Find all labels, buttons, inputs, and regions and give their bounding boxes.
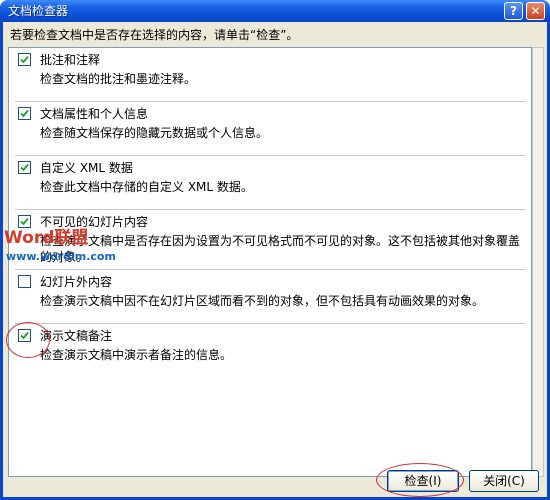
option-off-slide-content: 幻灯片外内容 检查演示文稿中因不在幻灯片区域而看不到的对象，但不包括具有动画效果… xyxy=(9,270,531,324)
watermark-url: www.wordlm.com xyxy=(6,250,116,263)
checkbox-document-properties[interactable] xyxy=(18,107,31,120)
option-title: 文档属性和个人信息 xyxy=(40,107,149,121)
option-title: 不可见的幻灯片内容 xyxy=(40,215,149,229)
checkbox-comments[interactable] xyxy=(18,53,31,66)
close-window-button[interactable]: ✕ xyxy=(526,2,545,20)
watermark: Word联盟 www.wordlm.com xyxy=(4,228,124,268)
option-comments: 批注和注释 检查文档的批注和墨迹注释。 xyxy=(9,48,531,102)
close-button[interactable]: 关闭(C) xyxy=(469,470,539,492)
checkbox-off-slide-content[interactable] xyxy=(18,275,31,288)
option-presentation-notes: 演示文稿备注 检查演示文稿中演示者备注的信息。 xyxy=(9,324,531,378)
window-title: 文档检查器 xyxy=(8,4,69,18)
option-title: 自定义 XML 数据 xyxy=(40,161,133,175)
check-icon xyxy=(20,331,29,340)
dialog-window: 文档检查器 ? ✕ 若要检查文档中是否存在选择的内容，请单击“检查”。 批注和注… xyxy=(0,0,550,500)
vertical-scrollbar[interactable] xyxy=(532,47,544,477)
option-custom-xml: 自定义 XML 数据 检查此文档中存储的自定义 XML 数据。 xyxy=(9,156,531,210)
title-bar[interactable]: 文档检查器 ? ✕ xyxy=(0,0,550,22)
check-icon xyxy=(20,217,29,226)
option-description: 检查演示文稿中演示者备注的信息。 xyxy=(40,348,233,362)
check-icon xyxy=(20,109,29,118)
checkbox-invisible-slide-content[interactable] xyxy=(18,215,31,228)
check-icon xyxy=(20,163,29,172)
option-title: 演示文稿备注 xyxy=(40,329,113,343)
option-description: 检查随文档保存的隐藏元数据或个人信息。 xyxy=(40,126,269,140)
watermark-logo-text: Word联盟 xyxy=(4,228,89,248)
option-description: 检查演示文稿中因不在幻灯片区域而看不到的对象，但不包括具有动画效果的对象。 xyxy=(40,294,485,308)
option-document-properties: 文档属性和个人信息 检查随文档保存的隐藏元数据或个人信息。 xyxy=(9,102,531,156)
checkbox-presentation-notes[interactable] xyxy=(18,329,31,342)
option-title: 幻灯片外内容 xyxy=(40,275,113,289)
option-title: 批注和注释 xyxy=(40,53,101,67)
help-button[interactable]: ? xyxy=(504,2,523,20)
option-description: 检查此文档中存储的自定义 XML 数据。 xyxy=(40,180,253,194)
check-icon xyxy=(20,55,29,64)
checkbox-custom-xml[interactable] xyxy=(18,161,31,174)
inspect-button[interactable]: 检查(I) xyxy=(387,470,459,492)
option-description: 检查文档的批注和墨迹注释。 xyxy=(40,72,197,86)
instruction-text: 若要检查文档中是否存在选择的内容，请单击“检查”。 xyxy=(10,28,299,42)
